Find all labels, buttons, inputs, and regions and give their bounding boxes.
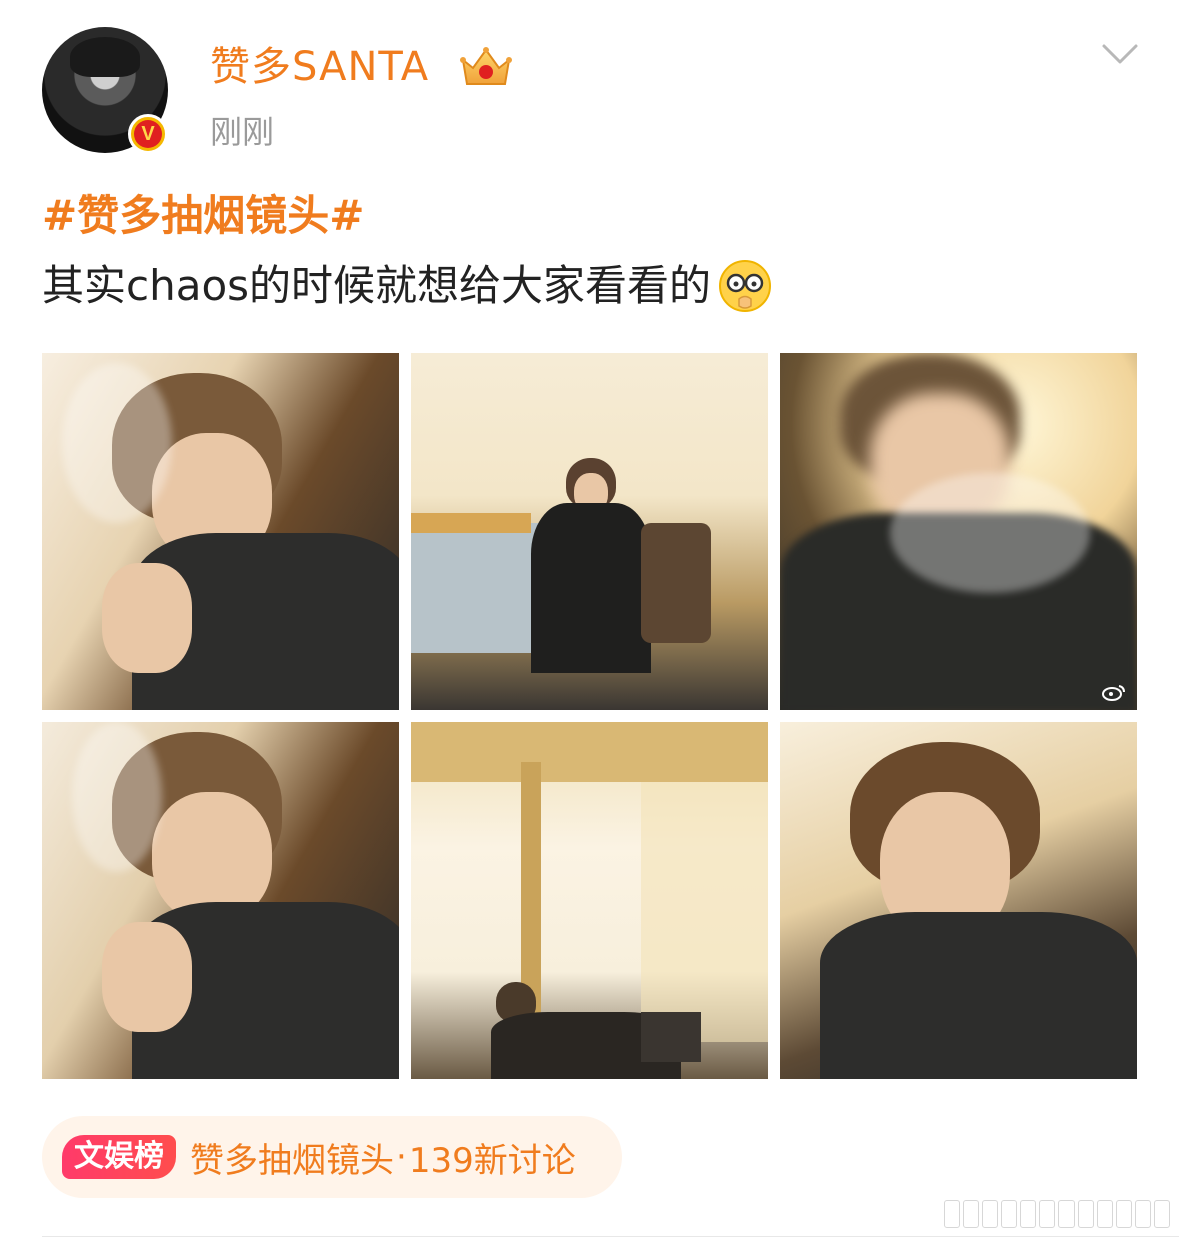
- post-photo-6[interactable]: [780, 722, 1137, 1079]
- post-photo-1[interactable]: [42, 353, 399, 710]
- post-timestamp: 刚刚: [210, 113, 275, 151]
- post-body-text: 其实chaos的时候就想给大家看看的: [42, 261, 712, 310]
- indicator-cell: [1077, 1200, 1094, 1228]
- indicator-cell: [944, 1200, 961, 1228]
- post-photo-2[interactable]: [411, 353, 768, 710]
- verified-badge-label: V: [134, 120, 162, 148]
- indicator-cell: [1115, 1200, 1132, 1228]
- indicator-cell: [963, 1200, 980, 1228]
- weibo-post: V 赞多SANTA 刚刚 #赞多抽烟镜头# 其实chaos的时候就想给大家看看的: [0, 0, 1179, 1243]
- photo-grid: [42, 353, 1137, 1079]
- post-hashtag[interactable]: #赞多抽烟镜头#: [42, 186, 364, 246]
- indicator-cell: [1020, 1200, 1037, 1228]
- chevron-down-icon[interactable]: [1100, 38, 1140, 68]
- topic-separator: ·: [396, 1137, 407, 1177]
- scroll-indicator: [944, 1200, 1170, 1228]
- avatar-hair: [70, 37, 140, 77]
- indicator-cell: [1039, 1200, 1056, 1228]
- divider: [42, 1236, 1179, 1237]
- topic-badge: 文娱榜: [62, 1135, 176, 1179]
- topic-discussion-count: 139新讨论: [408, 1140, 576, 1181]
- weibo-watermark-icon: [1102, 685, 1125, 701]
- crown-badge-icon[interactable]: [459, 46, 513, 88]
- indicator-cell: [1153, 1200, 1170, 1228]
- topic-title: 赞多抽烟镜头: [190, 1140, 394, 1181]
- post-photo-5[interactable]: [411, 722, 768, 1079]
- post-body: 其实chaos的时候就想给大家看看的: [42, 256, 773, 316]
- indicator-cell: [1001, 1200, 1018, 1228]
- post-photo-3[interactable]: [780, 353, 1137, 710]
- indicator-cell: [1096, 1200, 1113, 1228]
- post-photo-4[interactable]: [42, 722, 399, 1079]
- indicator-cell: [1058, 1200, 1075, 1228]
- facepalm-glasses-emoji-icon: [719, 260, 772, 312]
- username[interactable]: 赞多SANTA: [210, 40, 429, 94]
- indicator-cell: [1134, 1200, 1151, 1228]
- topic-tag[interactable]: 文娱榜 赞多抽烟镜头 · 139新讨论: [42, 1116, 622, 1198]
- indicator-cell: [982, 1200, 999, 1228]
- verified-badge-icon: V: [128, 114, 168, 154]
